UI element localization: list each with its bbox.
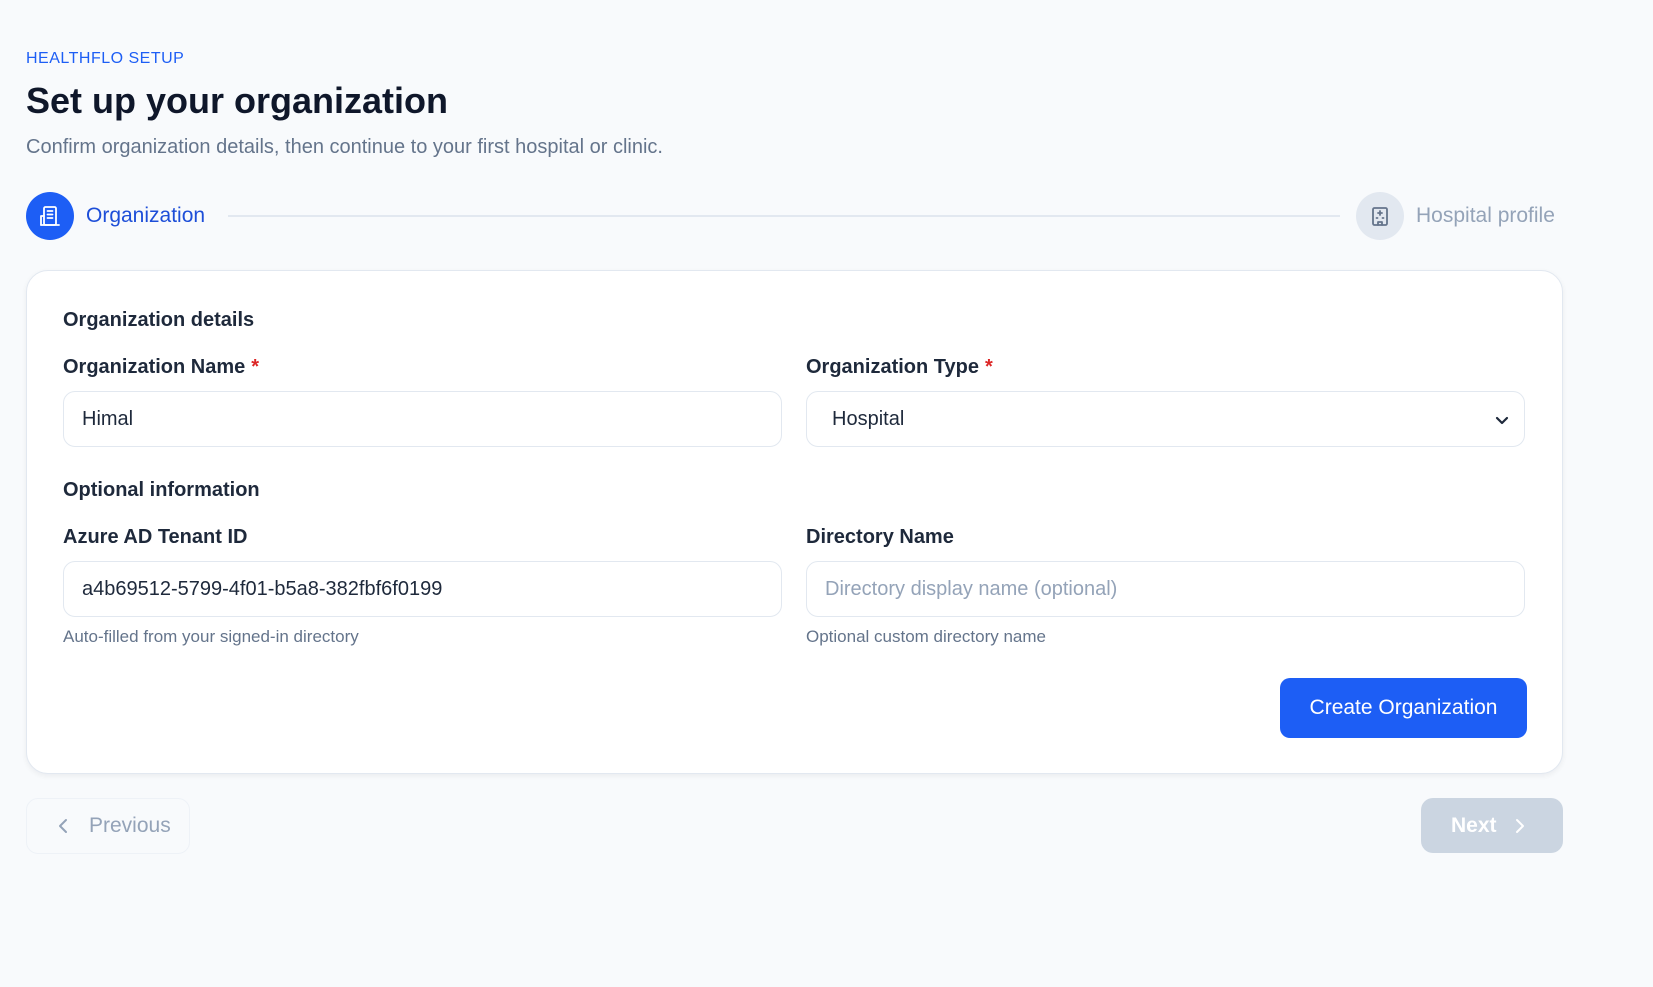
tenant-id-input[interactable]: a4b69512-5799-4f01-b5a8-382fbf6f0199	[63, 561, 782, 617]
chevron-right-icon	[1515, 818, 1524, 833]
step-organization-circle[interactable]	[26, 192, 74, 240]
step-hospital-profile-circle[interactable]	[1356, 192, 1404, 240]
directory-name-help: Optional custom directory name	[806, 627, 1046, 646]
next-label: Next	[1451, 813, 1497, 837]
org-name-label: Organization Name *	[63, 356, 259, 379]
chevron-left-icon	[59, 819, 67, 833]
organization-form-card: Organization details Organization Name * …	[26, 270, 1563, 774]
stepper-connector	[228, 215, 1340, 217]
step-organization-label[interactable]: Organization	[86, 204, 205, 228]
setup-stepper: Organization Hospital profile	[26, 192, 1563, 240]
org-name-label-text: Organization Name	[63, 356, 246, 378]
org-type-select[interactable]: Hospital	[806, 391, 1525, 447]
org-name-input[interactable]: Himal	[63, 391, 782, 447]
required-mark: *	[251, 356, 260, 378]
org-type-label-text: Organization Type	[806, 356, 979, 378]
section-title-details: Organization details	[63, 309, 255, 331]
directory-name-input[interactable]: Directory display name (optional)	[806, 561, 1525, 617]
step-hospital-profile-label[interactable]: Hospital profile	[1416, 204, 1555, 228]
chevron-down-icon	[1495, 416, 1509, 425]
eyebrow-label: HEALTHFLO SETUP	[26, 50, 185, 67]
required-mark: *	[984, 356, 993, 378]
next-button[interactable]: Next	[1421, 798, 1563, 853]
previous-button[interactable]: Previous	[26, 798, 190, 854]
tenant-id-help: Auto-filled from your signed-in director…	[63, 627, 359, 646]
tenant-id-label: Azure AD Tenant ID	[63, 526, 248, 548]
setup-page: HEALTHFLO SETUP Set up your organization…	[0, 0, 1653, 987]
org-type-value: Hospital	[832, 407, 905, 430]
hospital-icon	[1372, 207, 1388, 226]
org-type-label: Organization Type *	[806, 356, 993, 379]
page-title: Set up your organization	[26, 80, 449, 121]
building-icon	[40, 206, 60, 226]
page-subtitle: Confirm organization details, then conti…	[26, 136, 663, 158]
directory-name-label: Directory Name	[806, 526, 954, 548]
previous-label: Previous	[89, 814, 171, 837]
create-organization-button[interactable]: Create Organization	[1280, 678, 1527, 738]
section-title-optional: Optional information	[63, 479, 260, 501]
